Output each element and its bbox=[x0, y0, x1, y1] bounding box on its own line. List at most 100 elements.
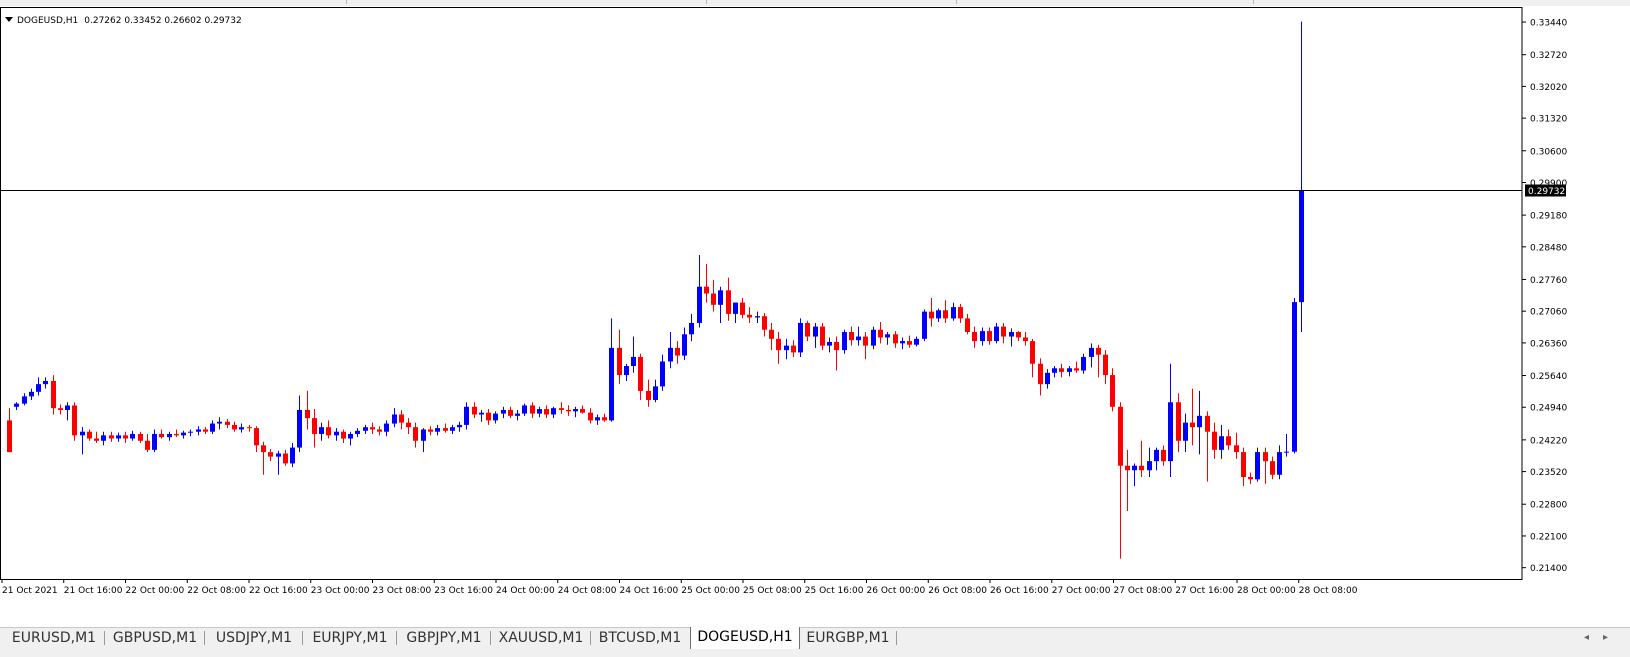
chart-tab[interactable]: DOGEUSD,H1 bbox=[690, 627, 800, 650]
x-tick-label: 27 Oct 16:00 bbox=[1175, 586, 1234, 596]
candle-body bbox=[392, 414, 397, 424]
candle-body bbox=[239, 427, 244, 430]
candle-body bbox=[1139, 465, 1144, 471]
candle-body bbox=[196, 429, 201, 432]
candle-body bbox=[7, 420, 12, 453]
candle-body bbox=[1059, 368, 1064, 372]
candle-body bbox=[1161, 449, 1166, 462]
candle-body bbox=[435, 428, 440, 432]
candle-body bbox=[65, 405, 70, 410]
chart-tab[interactable]: EURJPY,M1 bbox=[304, 628, 396, 649]
candle-body bbox=[443, 428, 448, 431]
candle-body bbox=[413, 427, 418, 441]
x-tick-label: 21 Oct 2021 bbox=[2, 586, 58, 596]
candle-body bbox=[522, 405, 527, 414]
candle-body bbox=[682, 334, 687, 356]
y-tick-label: 0.32720 bbox=[1530, 51, 1567, 61]
candle-body bbox=[638, 356, 643, 391]
candle-body bbox=[1219, 436, 1224, 450]
x-tick-label: 21 Oct 16:00 bbox=[64, 586, 123, 596]
candle-body bbox=[1248, 477, 1253, 480]
candle-body bbox=[1234, 445, 1239, 453]
x-tick-label: 23 Oct 00:00 bbox=[311, 586, 370, 596]
candle-body bbox=[856, 336, 861, 341]
y-tick-label: 0.29180 bbox=[1530, 212, 1567, 222]
candle-body bbox=[762, 316, 767, 330]
price-chart[interactable]: 0.334400.327200.320200.313200.306000.299… bbox=[0, 7, 1586, 604]
candle-body bbox=[109, 435, 114, 439]
candle-body bbox=[668, 347, 673, 362]
candle-body bbox=[210, 423, 215, 432]
candle-body bbox=[1016, 332, 1021, 338]
candle-body bbox=[1074, 368, 1079, 371]
candle-body bbox=[1089, 347, 1094, 357]
candle-body bbox=[174, 433, 179, 436]
candle-body bbox=[675, 347, 680, 356]
candle-body bbox=[1226, 436, 1231, 446]
candle-body bbox=[595, 417, 600, 421]
candle-body bbox=[290, 447, 295, 464]
candle-body bbox=[101, 435, 106, 441]
candle-body bbox=[1292, 302, 1297, 452]
current-price-label: 0.29732 bbox=[1528, 187, 1565, 197]
candle-body bbox=[479, 412, 484, 415]
candle-body bbox=[980, 331, 985, 342]
candle-body bbox=[747, 314, 752, 318]
candle-body bbox=[1009, 332, 1014, 337]
collapse-triangle-icon[interactable] bbox=[5, 17, 13, 22]
candle-body bbox=[863, 336, 868, 346]
chart-tab[interactable]: BTCUSD,M1 bbox=[592, 628, 688, 649]
candle-body bbox=[631, 356, 636, 367]
chart-tab[interactable]: XAUUSD,M1 bbox=[492, 628, 590, 649]
chart-tab[interactable]: GBPJPY,M1 bbox=[398, 628, 490, 649]
candle-body bbox=[319, 427, 324, 434]
x-tick-label: 26 Oct 08:00 bbox=[928, 586, 987, 596]
tab-separator bbox=[896, 631, 897, 645]
tab-separator bbox=[590, 631, 591, 645]
chart-tab[interactable]: GBPUSD,M1 bbox=[106, 628, 204, 649]
candle-body bbox=[406, 422, 411, 428]
candle-body bbox=[1030, 341, 1035, 364]
candle-body bbox=[900, 341, 905, 344]
x-tick-label: 25 Oct 16:00 bbox=[805, 586, 864, 596]
candle-body bbox=[58, 408, 63, 410]
candle-body bbox=[384, 423, 389, 432]
x-tick-label: 24 Oct 16:00 bbox=[620, 586, 679, 596]
chart-tab-bar: EURUSD,M1 GBPUSD,M1 USDJPY,M1 EURJPY,M1 GBPJ… bbox=[0, 627, 1630, 650]
candle-body bbox=[791, 345, 796, 353]
candle-body bbox=[1096, 347, 1101, 355]
chart-ohlc: 0.27262 0.33452 0.26602 0.29732 bbox=[84, 16, 242, 26]
candle-body bbox=[1263, 452, 1268, 462]
candle-body bbox=[326, 427, 331, 436]
candle-body bbox=[203, 429, 208, 432]
tab-scroll-arrows-icon[interactable]: ◂▸ bbox=[1584, 632, 1622, 643]
candle-body bbox=[130, 433, 135, 439]
chart-tab[interactable]: EURGBP,M1 bbox=[800, 628, 896, 649]
candle-body bbox=[159, 433, 164, 438]
candle-body bbox=[36, 384, 41, 392]
chart-tab[interactable]: USDJPY,M1 bbox=[206, 628, 302, 649]
candle-body bbox=[566, 409, 571, 412]
candle-body bbox=[501, 409, 506, 414]
chart-tab[interactable]: EURUSD,M1 bbox=[4, 628, 104, 649]
candle-body bbox=[842, 332, 847, 351]
x-tick-label: 24 Oct 00:00 bbox=[496, 586, 555, 596]
candle-body bbox=[726, 290, 731, 314]
candle-body bbox=[972, 332, 977, 342]
x-tick-label: 23 Oct 08:00 bbox=[373, 586, 432, 596]
y-tick-label: 0.28480 bbox=[1530, 243, 1567, 253]
candle-body bbox=[370, 427, 375, 430]
x-tick-label: 27 Oct 08:00 bbox=[1114, 586, 1173, 596]
candle-body bbox=[994, 326, 999, 342]
candle-body bbox=[559, 408, 564, 410]
candle-body bbox=[834, 341, 839, 351]
candle-body bbox=[247, 427, 252, 429]
candle-body bbox=[1147, 461, 1152, 471]
x-tick-label: 28 Oct 08:00 bbox=[1299, 586, 1358, 596]
candle-body bbox=[1118, 406, 1123, 466]
y-tick-label: 0.27760 bbox=[1530, 276, 1567, 286]
candle-body bbox=[530, 405, 535, 414]
candle-body bbox=[769, 329, 774, 339]
candle-body bbox=[29, 391, 34, 397]
chart-window[interactable]: 0.33440 0.32720 0.32020 0.31320 0.30600 0.299… bbox=[0, 7, 1586, 604]
